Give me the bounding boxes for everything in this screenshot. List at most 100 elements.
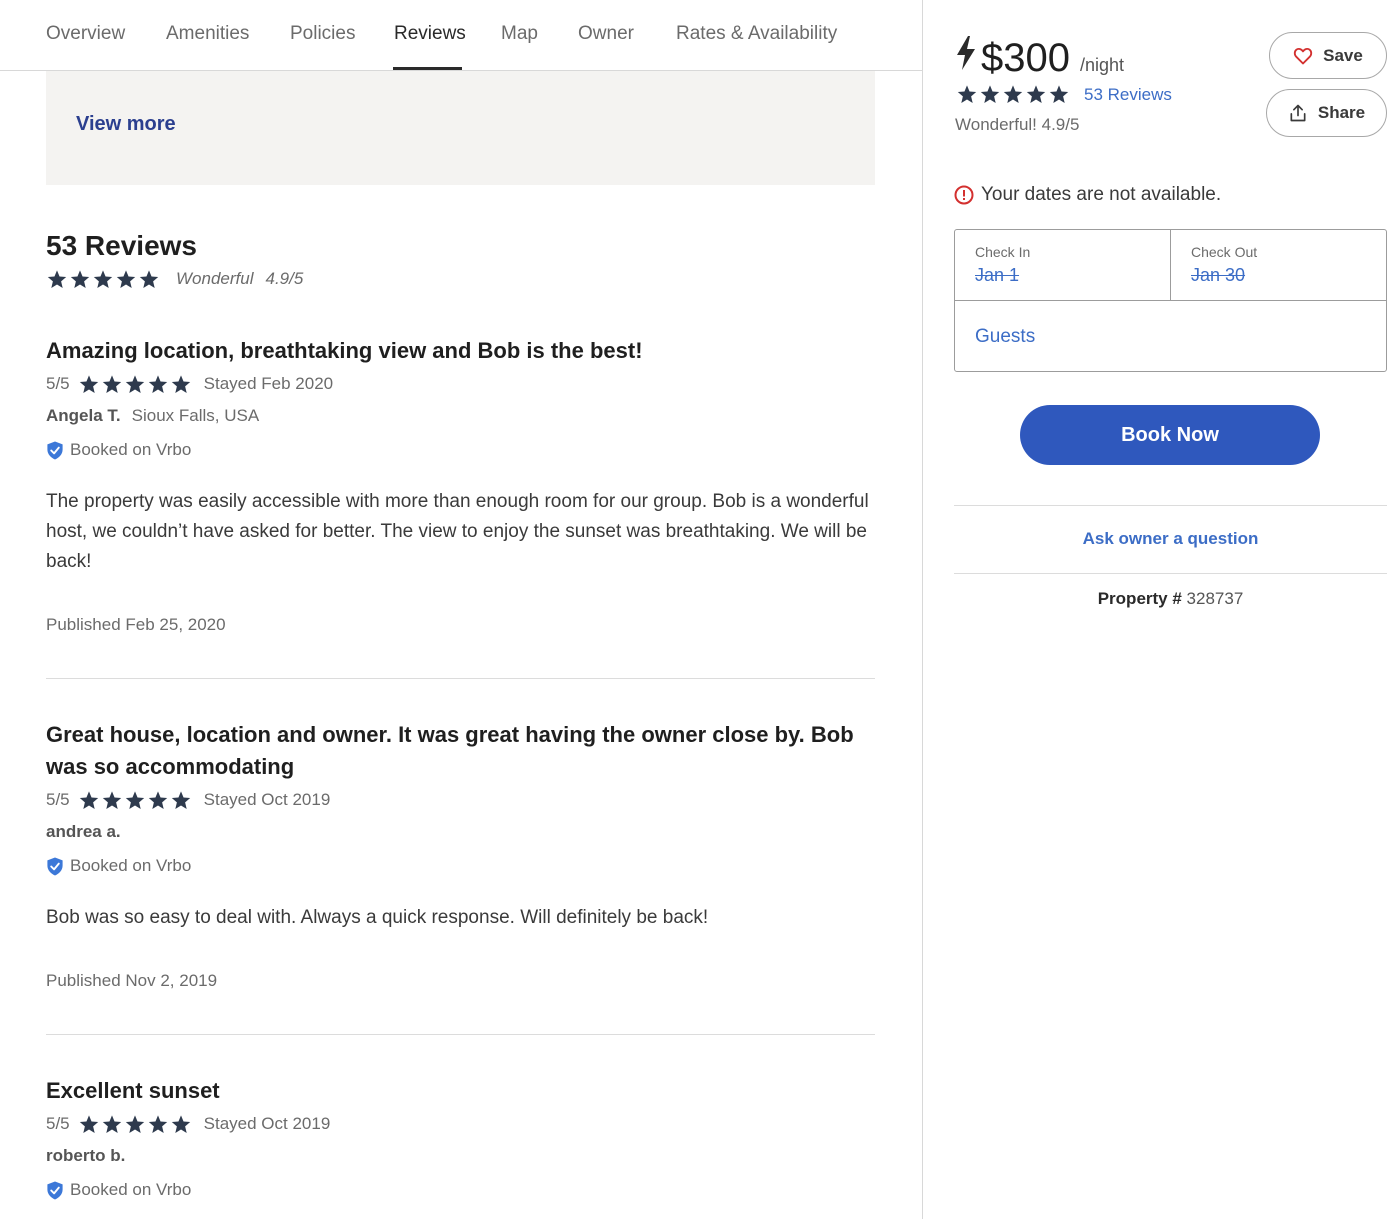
star-icon (78, 1114, 100, 1135)
review-item: Excellent sunset 5/5 Stayed Oct 2019 rob… (46, 1075, 875, 1207)
star-icon (138, 269, 160, 290)
property-number-value: 328737 (1186, 589, 1244, 608)
review-stars (78, 790, 192, 811)
review-title: Excellent sunset (46, 1078, 220, 1103)
review-body: The property was easily accessible with … (46, 491, 869, 572)
booked-label: Booked on Vrbo (70, 1180, 192, 1199)
view-more-panel: View more (46, 71, 875, 185)
review-stayed-date: Stayed Oct 2019 (203, 790, 331, 809)
sidebar-rating-text: Wonderful! 4.9/5 (955, 115, 1080, 134)
sidebar-rating-stars (956, 84, 1070, 105)
star-icon (101, 790, 123, 811)
tab-map[interactable]: Map (501, 23, 538, 45)
tab-rates-availability[interactable]: Rates & Availability (676, 23, 837, 45)
per-night-label: /night (1079, 55, 1125, 75)
rating-stars (46, 269, 160, 290)
sidebar-divider (954, 573, 1387, 574)
review-item: Great house, location and owner. It was … (46, 719, 875, 991)
property-label: Property # (1097, 589, 1182, 608)
star-icon (69, 269, 91, 290)
alert-circle-icon (954, 185, 974, 205)
reviewer-name: andrea a. (46, 822, 121, 841)
tab-overview[interactable]: Overview (46, 23, 125, 45)
booked-label: Booked on Vrbo (70, 440, 192, 459)
star-icon (78, 790, 100, 811)
guests-field[interactable]: Guests (955, 301, 1386, 371)
star-icon (147, 790, 169, 811)
verified-shield-icon (46, 1180, 64, 1200)
booked-on-vrbo: Booked on Vrbo (46, 1173, 875, 1207)
review-stayed-date: Stayed Oct 2019 (203, 1114, 331, 1133)
star-icon (147, 374, 169, 395)
tab-owner[interactable]: Owner (578, 23, 634, 45)
sidebar-divider (954, 505, 1387, 506)
review-score: 5/5 (46, 374, 70, 393)
check-in-field[interactable]: Check In Jan 1 (955, 230, 1171, 301)
share-label: Share (1317, 103, 1366, 122)
tab-amenities[interactable]: Amenities (166, 23, 249, 45)
check-in-label: Check In (975, 244, 1031, 260)
review-item: Amazing location, breathtaking view and … (46, 335, 875, 635)
booking-form: Check In Jan 1 Check Out Jan 30 Guests (954, 229, 1387, 372)
price-row: $300 /night (955, 36, 1124, 80)
review-published-date: Published Feb 25, 2020 (46, 615, 226, 634)
reviewer-row: andrea a. (46, 815, 875, 849)
check-out-field[interactable]: Check Out Jan 30 (1171, 230, 1386, 301)
star-icon (147, 1114, 169, 1135)
booked-label: Booked on Vrbo (70, 856, 192, 875)
star-icon (46, 269, 68, 290)
booked-on-vrbo: Booked on Vrbo (46, 849, 875, 883)
main-content: Overview Amenities Policies Reviews Map … (0, 0, 922, 1219)
review-body: Bob was so easy to deal with. Always a q… (46, 907, 709, 928)
reviewer-row: Angela T. Sioux Falls, USA (46, 399, 875, 433)
lightning-bolt-icon (955, 36, 977, 70)
star-icon (979, 84, 1001, 105)
star-icon (92, 269, 114, 290)
unavailable-text: Your dates are not available. (981, 184, 1222, 205)
ask-owner-link[interactable]: Ask owner a question (954, 529, 1387, 549)
review-divider (46, 1034, 875, 1035)
rating-value: 4.9/5 (265, 269, 304, 288)
star-icon (124, 1114, 146, 1135)
active-tab-indicator (393, 67, 462, 70)
star-icon (124, 790, 146, 811)
reviewer-name: roberto b. (46, 1146, 126, 1165)
review-published-date: Published Nov 2, 2019 (46, 971, 218, 990)
check-out-value: Jan 30 (1191, 265, 1246, 285)
verified-shield-icon (46, 856, 64, 876)
dates-unavailable-notice: Your dates are not available. (954, 184, 1221, 206)
verified-shield-icon (46, 440, 64, 460)
guests-label: Guests (975, 326, 1036, 347)
review-rating-row: 5/5 Stayed Oct 2019 (46, 1109, 875, 1139)
reviewer-location: Sioux Falls, USA (131, 406, 260, 425)
reviews-count-link[interactable]: 53 Reviews (1084, 85, 1172, 105)
rating-word: Wonderful (176, 269, 254, 288)
star-icon (1025, 84, 1047, 105)
reviews-summary: Wonderful 4.9/5 (46, 266, 303, 292)
star-icon (124, 374, 146, 395)
book-now-button[interactable]: Book Now (1020, 405, 1320, 465)
reviews-heading: 53 Reviews (46, 230, 197, 261)
tab-reviews[interactable]: Reviews (394, 23, 466, 45)
booked-on-vrbo: Booked on Vrbo (46, 433, 875, 467)
share-button[interactable]: Share (1266, 89, 1387, 137)
review-score: 5/5 (46, 790, 70, 809)
save-label: Save (1323, 45, 1363, 65)
save-button[interactable]: Save (1269, 32, 1387, 79)
view-more-link[interactable]: View more (76, 113, 176, 136)
share-upload-icon (1288, 103, 1308, 123)
review-rating-row: 5/5 Stayed Oct 2019 (46, 785, 875, 815)
review-divider (46, 678, 875, 679)
review-title: Great house, location and owner. It was … (46, 722, 854, 779)
star-icon (101, 1114, 123, 1135)
reviewer-row: roberto b. (46, 1139, 875, 1173)
section-tabs: Overview Amenities Policies Reviews Map … (0, 0, 922, 71)
reviewer-name: Angela T. (46, 406, 121, 425)
star-icon (1048, 84, 1070, 105)
review-rating-row: 5/5 Stayed Feb 2020 (46, 369, 875, 399)
sidebar-rating-row: 53 Reviews (956, 84, 1172, 105)
star-icon (170, 374, 192, 395)
star-icon (170, 790, 192, 811)
tab-policies[interactable]: Policies (290, 23, 355, 45)
star-icon (101, 374, 123, 395)
